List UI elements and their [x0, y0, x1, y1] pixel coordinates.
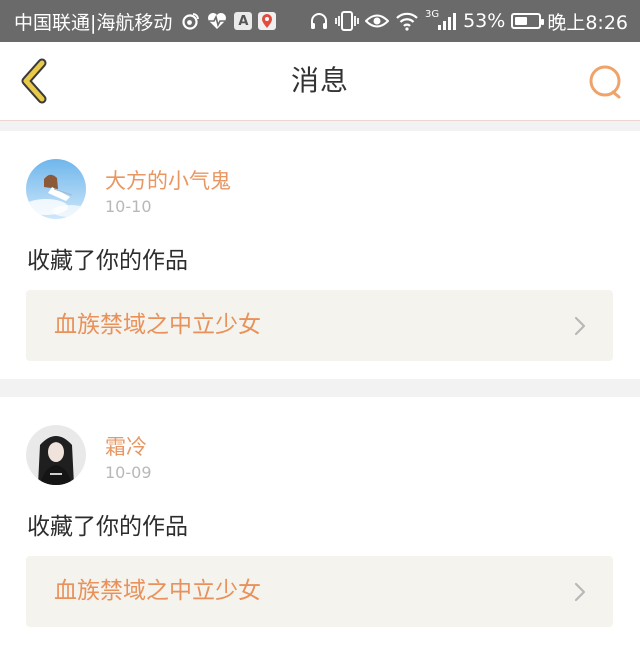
app-screen: 中国联通|海航移动 A 3G 53% 晚上8:26 消息 大方的小气鬼 10-1… [0, 0, 640, 649]
a-box-icon: A [234, 12, 253, 30]
headphone-icon [309, 11, 329, 31]
battery-icon [511, 13, 545, 29]
avatar[interactable] [26, 425, 86, 485]
work-link[interactable]: 血族禁域之中立少女 [26, 556, 613, 627]
action-text: 收藏了你的作品 [27, 248, 188, 274]
nav-header: 消息 [0, 42, 640, 121]
chevron-right-icon [574, 316, 586, 336]
page-title: 消息 [290, 64, 349, 97]
message-date: 10-09 [105, 463, 152, 482]
work-title: 血族禁域之中立少女 [54, 312, 261, 338]
message-card: 大方的小气鬼 10-10 收藏了你的作品 血族禁域之中立少女 [0, 131, 640, 379]
weibo-icon [180, 11, 200, 31]
avatar[interactable] [26, 159, 86, 219]
eye-icon [364, 12, 389, 30]
action-text: 收藏了你的作品 [27, 514, 188, 540]
username[interactable]: 大方的小气鬼 [105, 165, 231, 195]
wifi-icon [395, 11, 419, 31]
search-button[interactable] [586, 62, 626, 102]
username[interactable]: 霜冷 [105, 431, 147, 461]
message-card: 霜冷 10-09 收藏了你的作品 血族禁域之中立少女 [0, 397, 640, 649]
battery-percent: 53% [463, 10, 506, 32]
heart-pulse-icon [206, 11, 228, 31]
battery-fill [515, 17, 528, 25]
map-pin-icon [258, 12, 277, 30]
status-bar: 中国联通|海航移动 A 3G 53% 晚上8:26 [0, 0, 640, 42]
search-icon [589, 65, 621, 99]
chevron-right-icon [574, 582, 586, 602]
status-bar-left: 中国联通|海航移动 A [14, 0, 277, 42]
signal-icon: 3G [424, 8, 457, 31]
status-bar-right: 3G 53% 晚上8:26 [309, 0, 628, 42]
carrier-label: 中国联通|海航移动 [14, 11, 173, 34]
message-list: 大方的小气鬼 10-10 收藏了你的作品 血族禁域之中立少女 霜冷 10-09 … [0, 131, 640, 649]
work-title: 血族禁域之中立少女 [54, 578, 261, 604]
network-type-label: 3G [424, 8, 440, 20]
vibrate-icon [335, 10, 359, 32]
work-link[interactable]: 血族禁域之中立少女 [26, 290, 613, 361]
notification-icons: A [180, 11, 277, 31]
message-date: 10-10 [105, 197, 152, 216]
clock: 晚上8:26 [547, 11, 628, 34]
